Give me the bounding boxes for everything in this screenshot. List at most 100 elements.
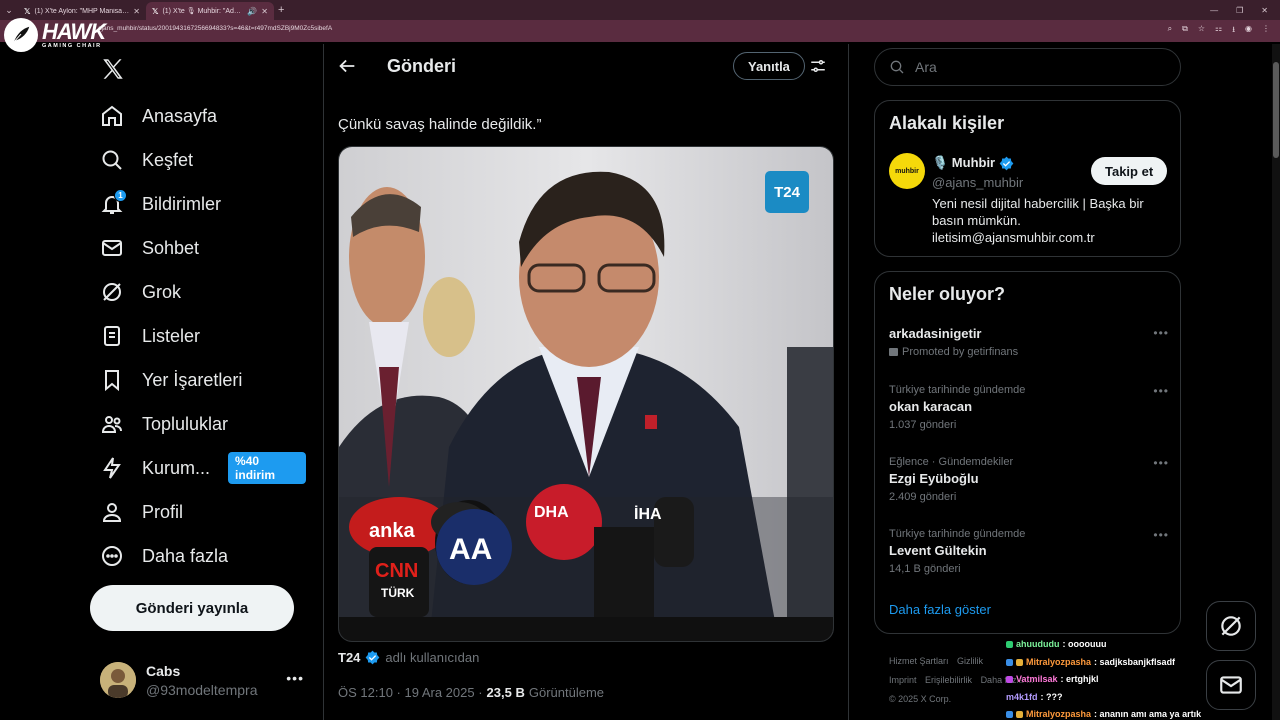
nav-messages[interactable]: Sohbet: [90, 226, 310, 270]
post-button[interactable]: Gönderi yayınla: [90, 585, 294, 631]
star-icon[interactable]: ☆: [1198, 24, 1205, 38]
follow-button[interactable]: Takip et: [1091, 157, 1168, 185]
account-handle: @93modeltempra: [146, 681, 258, 698]
scrollbar[interactable]: [1272, 44, 1280, 720]
close-tab-icon[interactable]: ✕: [133, 7, 140, 16]
chat-message: m4k1fd : ???: [1006, 689, 1272, 707]
mail-icon: [102, 240, 122, 256]
tweet-video[interactable]: anka AA CNN TÜRK DHA İHA T24: [338, 146, 834, 642]
nav-grok[interactable]: Grok: [90, 270, 310, 314]
view-count: 23,5 B: [486, 685, 525, 700]
browser-tabbar: ⌄ 𝕏 (1) X'te Aylon: "MHP Manisa M ✕ 𝕏 (1…: [0, 0, 1280, 20]
new-tab-icon[interactable]: +: [278, 4, 284, 16]
nav-notifications[interactable]: 1 Bildirimler: [90, 182, 310, 226]
browser-tab-active[interactable]: 𝕏 (1) X'te 🎙 Muhbir: "Adalet 🔊 ✕: [146, 2, 274, 20]
tab-search-icon[interactable]: ⌄: [0, 0, 18, 20]
nav-explore[interactable]: Keşfet: [90, 138, 310, 182]
list-icon: [104, 326, 120, 346]
avatar: [100, 662, 136, 698]
nav-label: Listeler: [142, 325, 201, 346]
close-window-icon[interactable]: ✕: [1261, 6, 1268, 15]
svg-text:DHA: DHA: [534, 504, 569, 521]
nav-lists[interactable]: Listeler: [90, 314, 310, 358]
account-switcher[interactable]: Cabs @93modeltempra •••: [100, 660, 310, 700]
muhbir-avatar[interactable]: muhbir: [889, 153, 925, 189]
trend-category: Türkiye tarihinde gündemde: [889, 384, 1026, 396]
hawk-overlay-logo: HAWK GAMING CHAIR: [4, 18, 106, 52]
nav-label: Daha fazla: [142, 545, 229, 566]
video-source[interactable]: T24 adlı kullanıcıdan: [338, 650, 479, 665]
speaker-icon[interactable]: 🔊: [247, 7, 257, 16]
hawk-logo-big: HAWK: [42, 18, 106, 44]
search-input[interactable]: [915, 59, 1155, 75]
tab-title: (1) X'te 🎙 Muhbir: "Adalet: [162, 8, 244, 15]
chat-text: : ananın amı ama ya artık: [1094, 709, 1202, 719]
nav-profile[interactable]: Profil: [90, 490, 310, 534]
more-dots-icon[interactable]: •••: [1153, 326, 1169, 340]
related-handle: @ajans_muhbir: [932, 175, 1024, 190]
footer-imprint[interactable]: Imprint: [889, 675, 917, 685]
close-tab-icon[interactable]: ✕: [261, 7, 268, 16]
profile-icon[interactable]: ◉: [1245, 24, 1252, 38]
window-controls: — ❐ ✕: [1210, 0, 1280, 20]
chat-message: Mitralyozpasha : ananın amı ama ya artık: [1006, 706, 1272, 720]
tweet-meta: ÖS 12:10 · 19 Ara 2025 · 23,5 B Görüntül…: [338, 685, 604, 700]
tweet-time[interactable]: ÖS 12:10 · 19 Ara 2025 ·: [338, 685, 483, 700]
nav-more[interactable]: Daha fazla: [90, 534, 310, 578]
more-dots-icon[interactable]: •••: [1153, 456, 1169, 470]
restore-icon[interactable]: ❐: [1236, 6, 1243, 15]
nav-label: Sohbet: [142, 237, 200, 258]
source-name[interactable]: T24: [338, 650, 360, 665]
nav-business[interactable]: Kurum... %40 indirim: [90, 446, 310, 490]
chat-badge-icon: [1006, 658, 1013, 666]
reply-button[interactable]: Yanıtla: [733, 52, 805, 80]
discount-badge[interactable]: %40 indirim: [228, 452, 306, 484]
zoom-icon[interactable]: ⌕: [1168, 24, 1172, 38]
install-icon[interactable]: ⧉: [1182, 24, 1188, 38]
more-dots-icon[interactable]: •••: [1153, 528, 1169, 542]
people-icon: [101, 416, 122, 433]
tab-title: (1) X'te Aylon: "MHP Manisa M: [34, 7, 130, 15]
trend-count: 1.037 gönderi: [889, 419, 957, 431]
page-title: Gönderi: [387, 56, 457, 76]
trending-title: Neler oluyor?: [889, 284, 1006, 304]
chat-badge-icon: [1006, 676, 1013, 684]
chat-user: Vatmilsak: [1016, 674, 1058, 684]
sliders-icon[interactable]: [809, 57, 827, 75]
search-box[interactable]: [874, 48, 1181, 86]
svg-text:anka: anka: [369, 520, 415, 542]
extensions-icon[interactable]: ⚏: [1215, 24, 1222, 38]
chat-text: : ertghjkl: [1060, 674, 1099, 684]
svg-text:CNN: CNN: [375, 560, 418, 582]
show-more-link[interactable]: Daha fazla göster: [889, 602, 991, 617]
menu-icon[interactable]: ⋮: [1262, 24, 1270, 38]
footer-accessibility[interactable]: Erişilebilirlik: [925, 675, 972, 685]
footer-privacy[interactable]: Gizlilik: [957, 656, 983, 666]
nav-communities[interactable]: Topluluklar: [90, 402, 310, 446]
chat-message: Mitralyozpasha : sadjksbanjkflsadf: [1006, 654, 1272, 672]
x-logo-icon[interactable]: [100, 56, 126, 82]
trend-item[interactable]: arkadasinigetir Promoted by getirfinans …: [889, 326, 1169, 358]
more-dots-icon[interactable]: •••: [286, 670, 304, 686]
trend-item[interactable]: Türkiye tarihinde gündemde okan karacan …: [889, 384, 1169, 431]
account-name: Cabs: [146, 662, 181, 679]
related-name-row[interactable]: 🎙️ Muhbir: [932, 155, 1014, 171]
more-dots-icon[interactable]: •••: [1153, 384, 1169, 398]
chat-message: ahuududu : oooouuu: [1006, 636, 1272, 654]
url-field[interactable]: ajans_muhbir/status/2001943167256694833?…: [98, 25, 332, 32]
trend-item[interactable]: Eğlence · Gündemdekiler Ezgi Eyüboğlu 2.…: [889, 456, 1169, 503]
nav-bookmarks[interactable]: Yer İşaretleri: [90, 358, 310, 402]
t24-logo: T24: [765, 171, 809, 213]
footer-terms[interactable]: Hizmet Şartları: [889, 656, 949, 666]
trend-item[interactable]: Türkiye tarihinde gündemde Levent Gültek…: [889, 528, 1169, 575]
nav-home[interactable]: Anasayfa: [90, 94, 310, 138]
related-title: Alakalı kişiler: [889, 113, 1005, 133]
trend-name: okan karacan: [889, 399, 973, 414]
minimize-icon[interactable]: —: [1210, 6, 1218, 15]
back-arrow-icon[interactable]: [336, 55, 358, 77]
download-icon[interactable]: ⭳: [1232, 24, 1235, 38]
chat-badge-icon: [1016, 711, 1023, 719]
chat-user: m4k1fd: [1006, 691, 1038, 702]
scroll-thumb[interactable]: [1273, 62, 1279, 158]
post-header: Gönderi Yanıtla: [324, 44, 848, 88]
